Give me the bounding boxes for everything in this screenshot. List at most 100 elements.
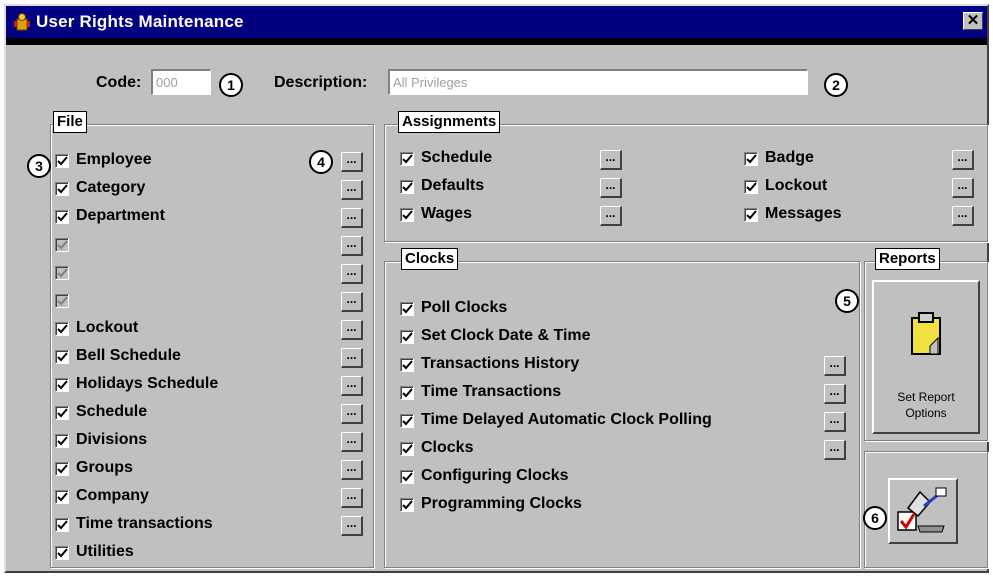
title-underline [6,38,987,45]
clock-options-button-transactions-history[interactable]: ... [824,356,846,376]
rights-tool-icon [896,486,950,541]
clock-item-label: Set Clock Date & Time [421,327,591,344]
app-icon [12,12,32,32]
clock-checkbox-clocks[interactable] [400,442,414,456]
assignment-checkbox-lockout[interactable] [744,180,758,194]
file-checkbox-groups[interactable] [55,462,69,476]
set-report-label-line2: Options [905,406,947,420]
file-item-label: Schedule [76,403,148,420]
assignment-checkbox-messages[interactable] [744,208,758,222]
assignment-checkbox-wages[interactable] [400,208,414,222]
assignment-options-button-schedule[interactable]: ... [600,150,622,170]
callout-3: 3 [27,154,51,178]
file-item-label: Holidays Schedule [76,375,219,392]
file-options-button-divisions[interactable]: ... [341,432,363,452]
file-checkbox-blank [55,266,69,280]
title-bar: User Rights Maintenance ✕ [6,6,987,38]
file-options-button-time-transactions[interactable]: ... [341,516,363,536]
file-options-button-bell-schedule[interactable]: ... [341,348,363,368]
assignments-group-title: Assignments [398,111,501,133]
file-item-label: Category [76,179,146,196]
clock-checkbox-transactions-history[interactable] [400,358,414,372]
clock-checkbox-configuring-clocks[interactable] [400,470,414,484]
assignment-checkbox-badge[interactable] [744,152,758,166]
rights-tool-button[interactable] [888,478,958,544]
clock-checkbox-set-clock-date-time[interactable] [400,330,414,344]
file-checkbox-utilities[interactable] [55,546,69,560]
file-item-label: Employee [76,151,152,168]
clock-checkbox-poll-clocks[interactable] [400,302,414,316]
callout-5: 5 [835,289,859,313]
clock-options-button-time-transactions[interactable]: ... [824,384,846,404]
file-options-button-employee[interactable]: ... [341,152,363,172]
window-title: User Rights Maintenance [36,12,244,31]
assignment-checkbox-schedule[interactable] [400,152,414,166]
file-checkbox-schedule[interactable] [55,406,69,420]
assignment-options-button-defaults[interactable]: ... [600,178,622,198]
callout-6: 6 [863,506,887,530]
callout-1: 1 [219,73,243,97]
file-item-label: Lockout [76,319,139,336]
assignment-options-button-lockout[interactable]: ... [952,178,974,198]
assignment-item-label: Wages [421,205,472,222]
clock-checkbox-time-delayed-automatic-clock-polling[interactable] [400,414,414,428]
description-label: Description: [274,74,368,91]
code-field[interactable]: 000 [151,69,211,95]
file-checkbox-company[interactable] [55,490,69,504]
assignment-checkbox-defaults[interactable] [400,180,414,194]
assignment-item-label: Badge [765,149,814,166]
file-checkbox-employee[interactable] [55,154,69,168]
reports-group-title: Reports [875,248,940,270]
file-options-button-department[interactable]: ... [341,208,363,228]
clock-options-button-time-delayed-automatic-clock-polling[interactable]: ... [824,412,846,432]
file-item-label: Divisions [76,431,148,448]
file-checkbox-time-transactions[interactable] [55,518,69,532]
close-button[interactable]: ✕ [963,12,983,30]
file-item-label: Groups [76,459,133,476]
file-options-button-groups[interactable]: ... [341,460,363,480]
assignment-item-label: Messages [765,205,842,222]
file-options-button-blank[interactable]: ... [341,292,363,312]
callout-2: 2 [824,73,848,97]
clock-checkbox-time-transactions[interactable] [400,386,414,400]
assignment-item-label: Schedule [421,149,493,166]
file-checkbox-department[interactable] [55,210,69,224]
clock-item-label: Transactions History [421,355,580,372]
close-icon: ✕ [966,12,980,29]
file-options-button-schedule[interactable]: ... [341,404,363,424]
code-label: Code: [96,74,142,91]
file-item-label: Company [76,487,149,504]
callout-4: 4 [309,150,333,174]
clock-item-label: Poll Clocks [421,299,508,316]
assignment-item-label: Lockout [765,177,828,194]
file-group-title: File [53,111,87,133]
file-item-label: Time transactions [76,515,213,532]
clock-item-label: Clocks [421,439,474,456]
file-checkbox-blank [55,238,69,252]
assignment-options-button-wages[interactable]: ... [600,206,622,226]
file-options-button-lockout[interactable]: ... [341,320,363,340]
file-options-button-company[interactable]: ... [341,488,363,508]
clocks-group-title: Clocks [401,248,459,270]
file-options-button-holidays-schedule[interactable]: ... [341,376,363,396]
file-options-button-blank[interactable]: ... [341,264,363,284]
description-field[interactable]: All Privileges [388,69,808,95]
file-options-button-category[interactable]: ... [341,180,363,200]
file-checkbox-category[interactable] [55,182,69,196]
user-rights-window: User Rights Maintenance ✕ Code: 000 1 De… [4,4,989,573]
assignment-options-button-badge[interactable]: ... [952,150,974,170]
assignment-options-button-messages[interactable]: ... [952,206,974,226]
file-checkbox-divisions[interactable] [55,434,69,448]
file-checkbox-bell-schedule[interactable] [55,350,69,364]
file-checkbox-lockout[interactable] [55,322,69,336]
clock-checkbox-programming-clocks[interactable] [400,498,414,512]
file-checkbox-holidays-schedule[interactable] [55,378,69,392]
clock-item-label: Time Delayed Automatic Clock Polling [421,411,712,428]
file-item-label: Department [76,207,165,224]
file-item-label: Utilities [76,543,134,560]
clock-item-label: Configuring Clocks [421,467,569,484]
file-options-button-blank[interactable]: ... [341,236,363,256]
clipboard-icon [908,312,944,361]
clock-options-button-clocks[interactable]: ... [824,440,846,460]
set-report-options-button[interactable]: Set Report Options [872,280,980,434]
